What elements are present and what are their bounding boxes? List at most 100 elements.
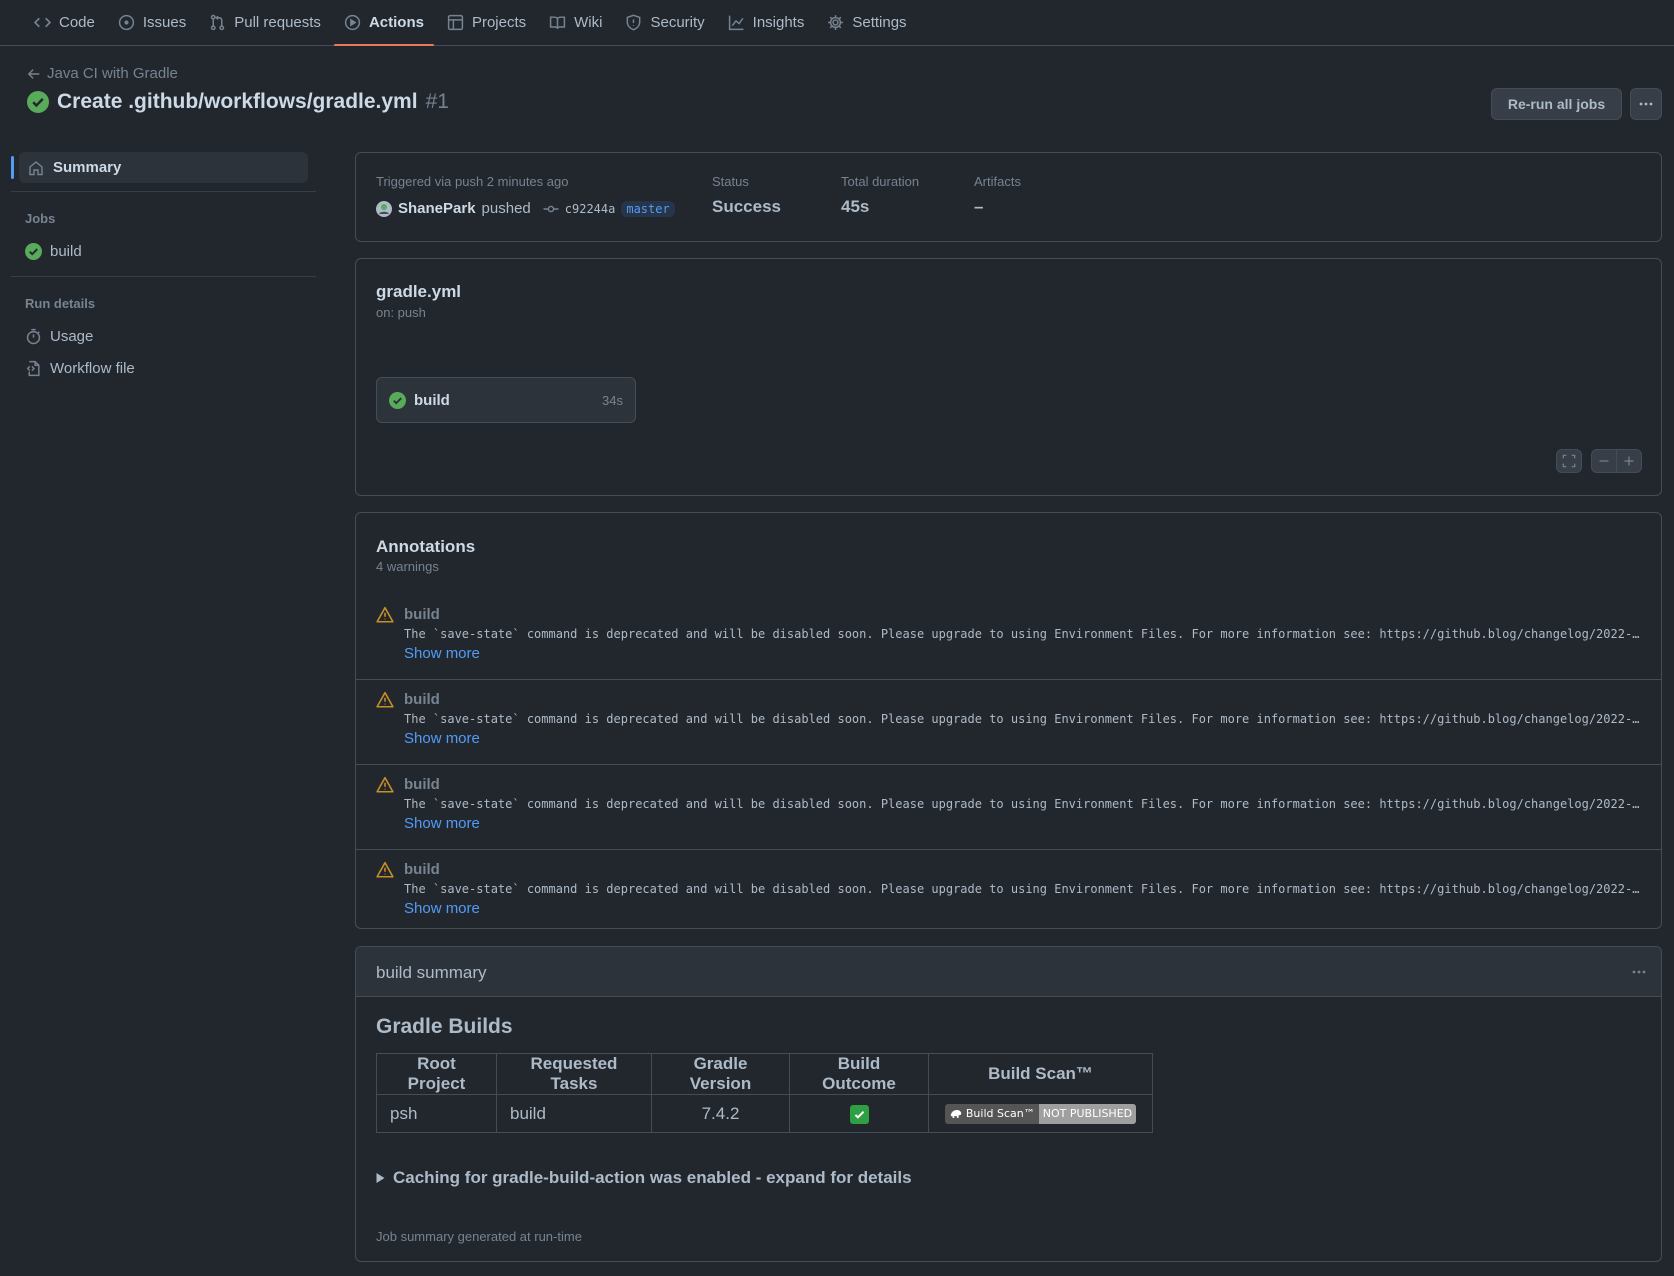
summary-footer: Job summary generated at run-time [376, 1229, 582, 1244]
requested-tasks-cell: build [496, 1094, 652, 1133]
file-code-icon [25, 360, 42, 377]
show-more-link[interactable]: Show more [404, 645, 480, 662]
duration-value: 45s [841, 197, 870, 216]
book-icon [549, 14, 566, 31]
zoom-in-button[interactable] [1616, 449, 1642, 473]
annotation-message: The `save-state` command is deprecated a… [404, 712, 1644, 726]
arrow-left-icon [27, 67, 41, 81]
sidebar-item-summary[interactable]: Summary [19, 152, 308, 183]
workflow-trigger: on: push [376, 305, 426, 320]
more-options-button[interactable] [1630, 88, 1662, 120]
annotation-job: build [404, 861, 440, 878]
sidebar-item-label: build [50, 243, 82, 260]
jobs-heading: Jobs [25, 211, 56, 226]
status-value: Success [712, 197, 781, 216]
tab-settings[interactable]: Settings [817, 0, 916, 45]
root-project-cell: psh [376, 1094, 497, 1133]
tab-label: Pull requests [234, 14, 321, 31]
page-title: Create .github/workflows/gradle.yml #1 [27, 90, 449, 114]
tab-label: Wiki [574, 14, 603, 31]
annotation-message: The `save-state` command is deprecated a… [404, 797, 1644, 811]
annotations-count: 4 warnings [376, 559, 439, 574]
zoom-out-button[interactable] [1591, 449, 1617, 473]
build-scan-cell: Build Scan™ NOT PUBLISHED [928, 1094, 1153, 1133]
kebab-horizontal-icon [1631, 964, 1647, 980]
gradle-builds-heading: Gradle Builds [376, 1015, 513, 1038]
workflow-name: Java CI with Gradle [47, 65, 178, 82]
artifacts-label: Artifacts [974, 174, 1021, 189]
tab-pull-requests[interactable]: Pull requests [199, 0, 331, 45]
show-more-link[interactable]: Show more [404, 815, 480, 832]
job-name: build [414, 391, 450, 409]
build-scan-badge[interactable]: Build Scan™ NOT PUBLISHED [944, 1103, 1137, 1124]
annotation-job: build [404, 776, 440, 793]
tab-label: Security [650, 14, 705, 31]
show-more-link[interactable]: Show more [404, 900, 480, 917]
column-header: Build Scan™ [928, 1053, 1153, 1095]
annotations-card: Annotations 4 warnings build The `save-s… [355, 512, 1662, 929]
show-more-link[interactable]: Show more [404, 730, 480, 747]
sidebar-item-build[interactable]: build [25, 243, 82, 260]
active-indicator [11, 156, 14, 179]
tab-label: Insights [752, 14, 805, 31]
screen-full-icon [1562, 454, 1576, 468]
tab-label: Issues [142, 14, 187, 31]
gear-icon [827, 14, 844, 31]
column-header: Requested Tasks [496, 1053, 652, 1095]
tab-label: Actions [368, 14, 424, 31]
annotation-message: The `save-state` command is deprecated a… [404, 627, 1644, 641]
job-node-build[interactable]: build 34s [376, 377, 636, 423]
git-pull-request-icon [209, 14, 226, 31]
annotation-item: build The `save-state` command is deprec… [356, 850, 1661, 935]
tab-code[interactable]: Code [24, 0, 105, 45]
tab-label: Code [59, 14, 95, 31]
annotation-message: The `save-state` command is deprecated a… [404, 882, 1644, 896]
gradle-elephant-icon [949, 1108, 963, 1119]
scan-status: NOT PUBLISHED [1038, 1103, 1137, 1124]
summary-header: build summary [356, 947, 1661, 997]
check-mark-box-icon [849, 1104, 869, 1124]
scan-label: Build Scan™ [965, 1107, 1035, 1121]
back-to-workflow-link[interactable]: Java CI with Gradle [27, 65, 178, 82]
sidebar-item-workflow-file[interactable]: Workflow file [25, 360, 135, 377]
build-outcome-cell [789, 1094, 929, 1133]
check-circle-icon [27, 91, 49, 113]
table-icon [447, 14, 464, 31]
sidebar-item-usage[interactable]: Usage [25, 328, 93, 345]
summary-more-button[interactable] [1631, 964, 1647, 980]
tab-wiki[interactable]: Wiki [539, 0, 612, 45]
run-title: Create .github/workflows/gradle.yml [57, 90, 418, 113]
trigger-text: Triggered via push 2 minutes ago [376, 174, 569, 189]
git-commit-icon [543, 201, 559, 217]
actor-name[interactable]: ShanePark [398, 200, 476, 217]
check-circle-icon [25, 243, 42, 260]
push-info: ShanePark pushed c92244a master [376, 200, 675, 217]
artifacts-value: – [974, 197, 984, 216]
push-action: pushed [481, 200, 531, 217]
tab-projects[interactable]: Projects [437, 0, 536, 45]
tab-issues[interactable]: Issues [108, 0, 196, 45]
play-icon [344, 14, 361, 31]
plus-icon [1623, 455, 1635, 467]
alert-icon [376, 861, 394, 879]
gradle-version-cell: 7.4.2 [651, 1094, 790, 1133]
fullscreen-button[interactable] [1556, 449, 1582, 473]
issue-opened-icon [118, 14, 135, 31]
tab-security[interactable]: Security [615, 0, 714, 45]
annotation-item: build The `save-state` command is deprec… [356, 680, 1661, 765]
rerun-all-jobs-button[interactable]: Re-run all jobs [1491, 88, 1622, 120]
commit-sha[interactable]: c92244a [565, 202, 616, 216]
caching-details-toggle[interactable]: Caching for gradle-build-action was enab… [376, 1168, 912, 1188]
tab-insights[interactable]: Insights [718, 0, 815, 45]
sidebar-item-label: Usage [50, 328, 94, 345]
table-row: psh build 7.4.2 Build Scan™ NOT PUBLISHE… [376, 1094, 1153, 1133]
avatar[interactable] [376, 200, 392, 217]
tab-actions[interactable]: Actions [333, 0, 434, 46]
stopwatch-icon [25, 328, 42, 345]
column-header: Root Project [376, 1053, 497, 1095]
run-info-card: Triggered via push 2 minutes ago ShanePa… [355, 152, 1662, 242]
branch-label[interactable]: master [621, 200, 675, 217]
run-number: #1 [425, 90, 449, 113]
annotation-item: build The `save-state` command is deprec… [356, 595, 1661, 680]
run-details-heading: Run details [25, 296, 96, 311]
